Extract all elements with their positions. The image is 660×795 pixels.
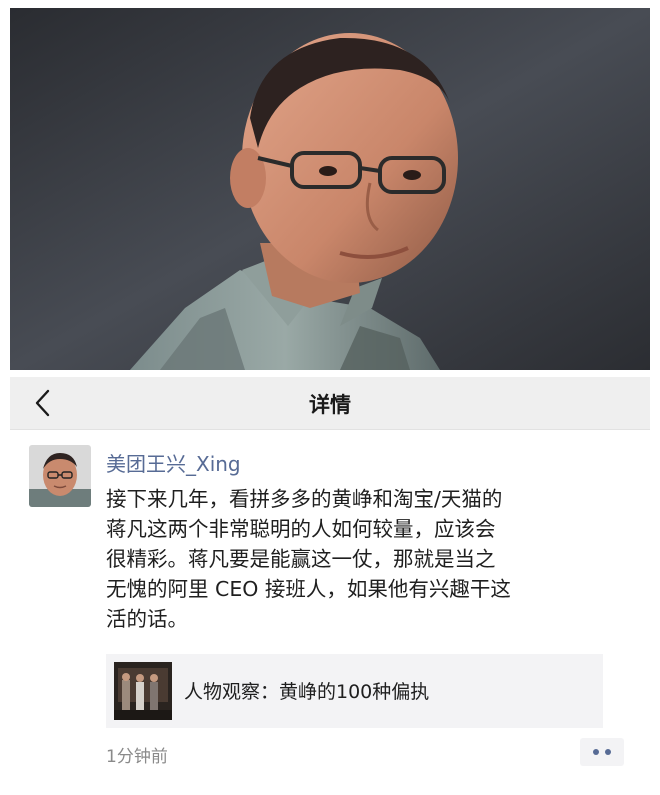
more-actions-button[interactable]	[580, 738, 624, 766]
avatar-photo-icon	[29, 445, 91, 507]
author-name-link[interactable]: 美团王兴_Xing	[106, 448, 241, 477]
article-title: 人物观察：黄峥的100种偏执	[184, 681, 430, 703]
more-dots-icon	[605, 749, 611, 755]
shared-article-card[interactable]: 人物观察：黄峥的100种偏执	[106, 654, 603, 728]
post-text-line: 很精彩。蒋凡要是能赢这一仗，那就是当之	[106, 547, 496, 571]
post-text-line: 接下来几年，看拼多多的黄峥和淘宝/天猫的	[106, 487, 503, 511]
post-text-line: 活的话。	[106, 607, 188, 631]
header-photo	[10, 8, 650, 370]
page-title: 详情	[309, 393, 351, 417]
article-thumbnail	[114, 662, 172, 720]
post-text-line: 无愧的阿里 CEO 接班人，如果他有兴趣干这	[106, 577, 511, 601]
article-thumbnail-icon	[114, 662, 172, 720]
more-dots-icon	[593, 749, 599, 755]
post-text: 接下来几年，看拼多多的黄峥和淘宝/天猫的 蒋凡这两个非常聪明的人如何较量，应该会…	[106, 484, 636, 634]
avatar[interactable]	[29, 445, 91, 507]
nav-bar: 详情	[10, 377, 650, 430]
post-text-line: 蒋凡这两个非常聪明的人如何较量，应该会	[106, 517, 496, 541]
moment-post: 美团王兴_Xing 接下来几年，看拼多多的黄峥和淘宝/天猫的 蒋凡这两个非常聪明…	[10, 430, 650, 795]
person-photo-icon	[10, 8, 650, 370]
post-timestamp: 1分钟前	[106, 747, 168, 767]
